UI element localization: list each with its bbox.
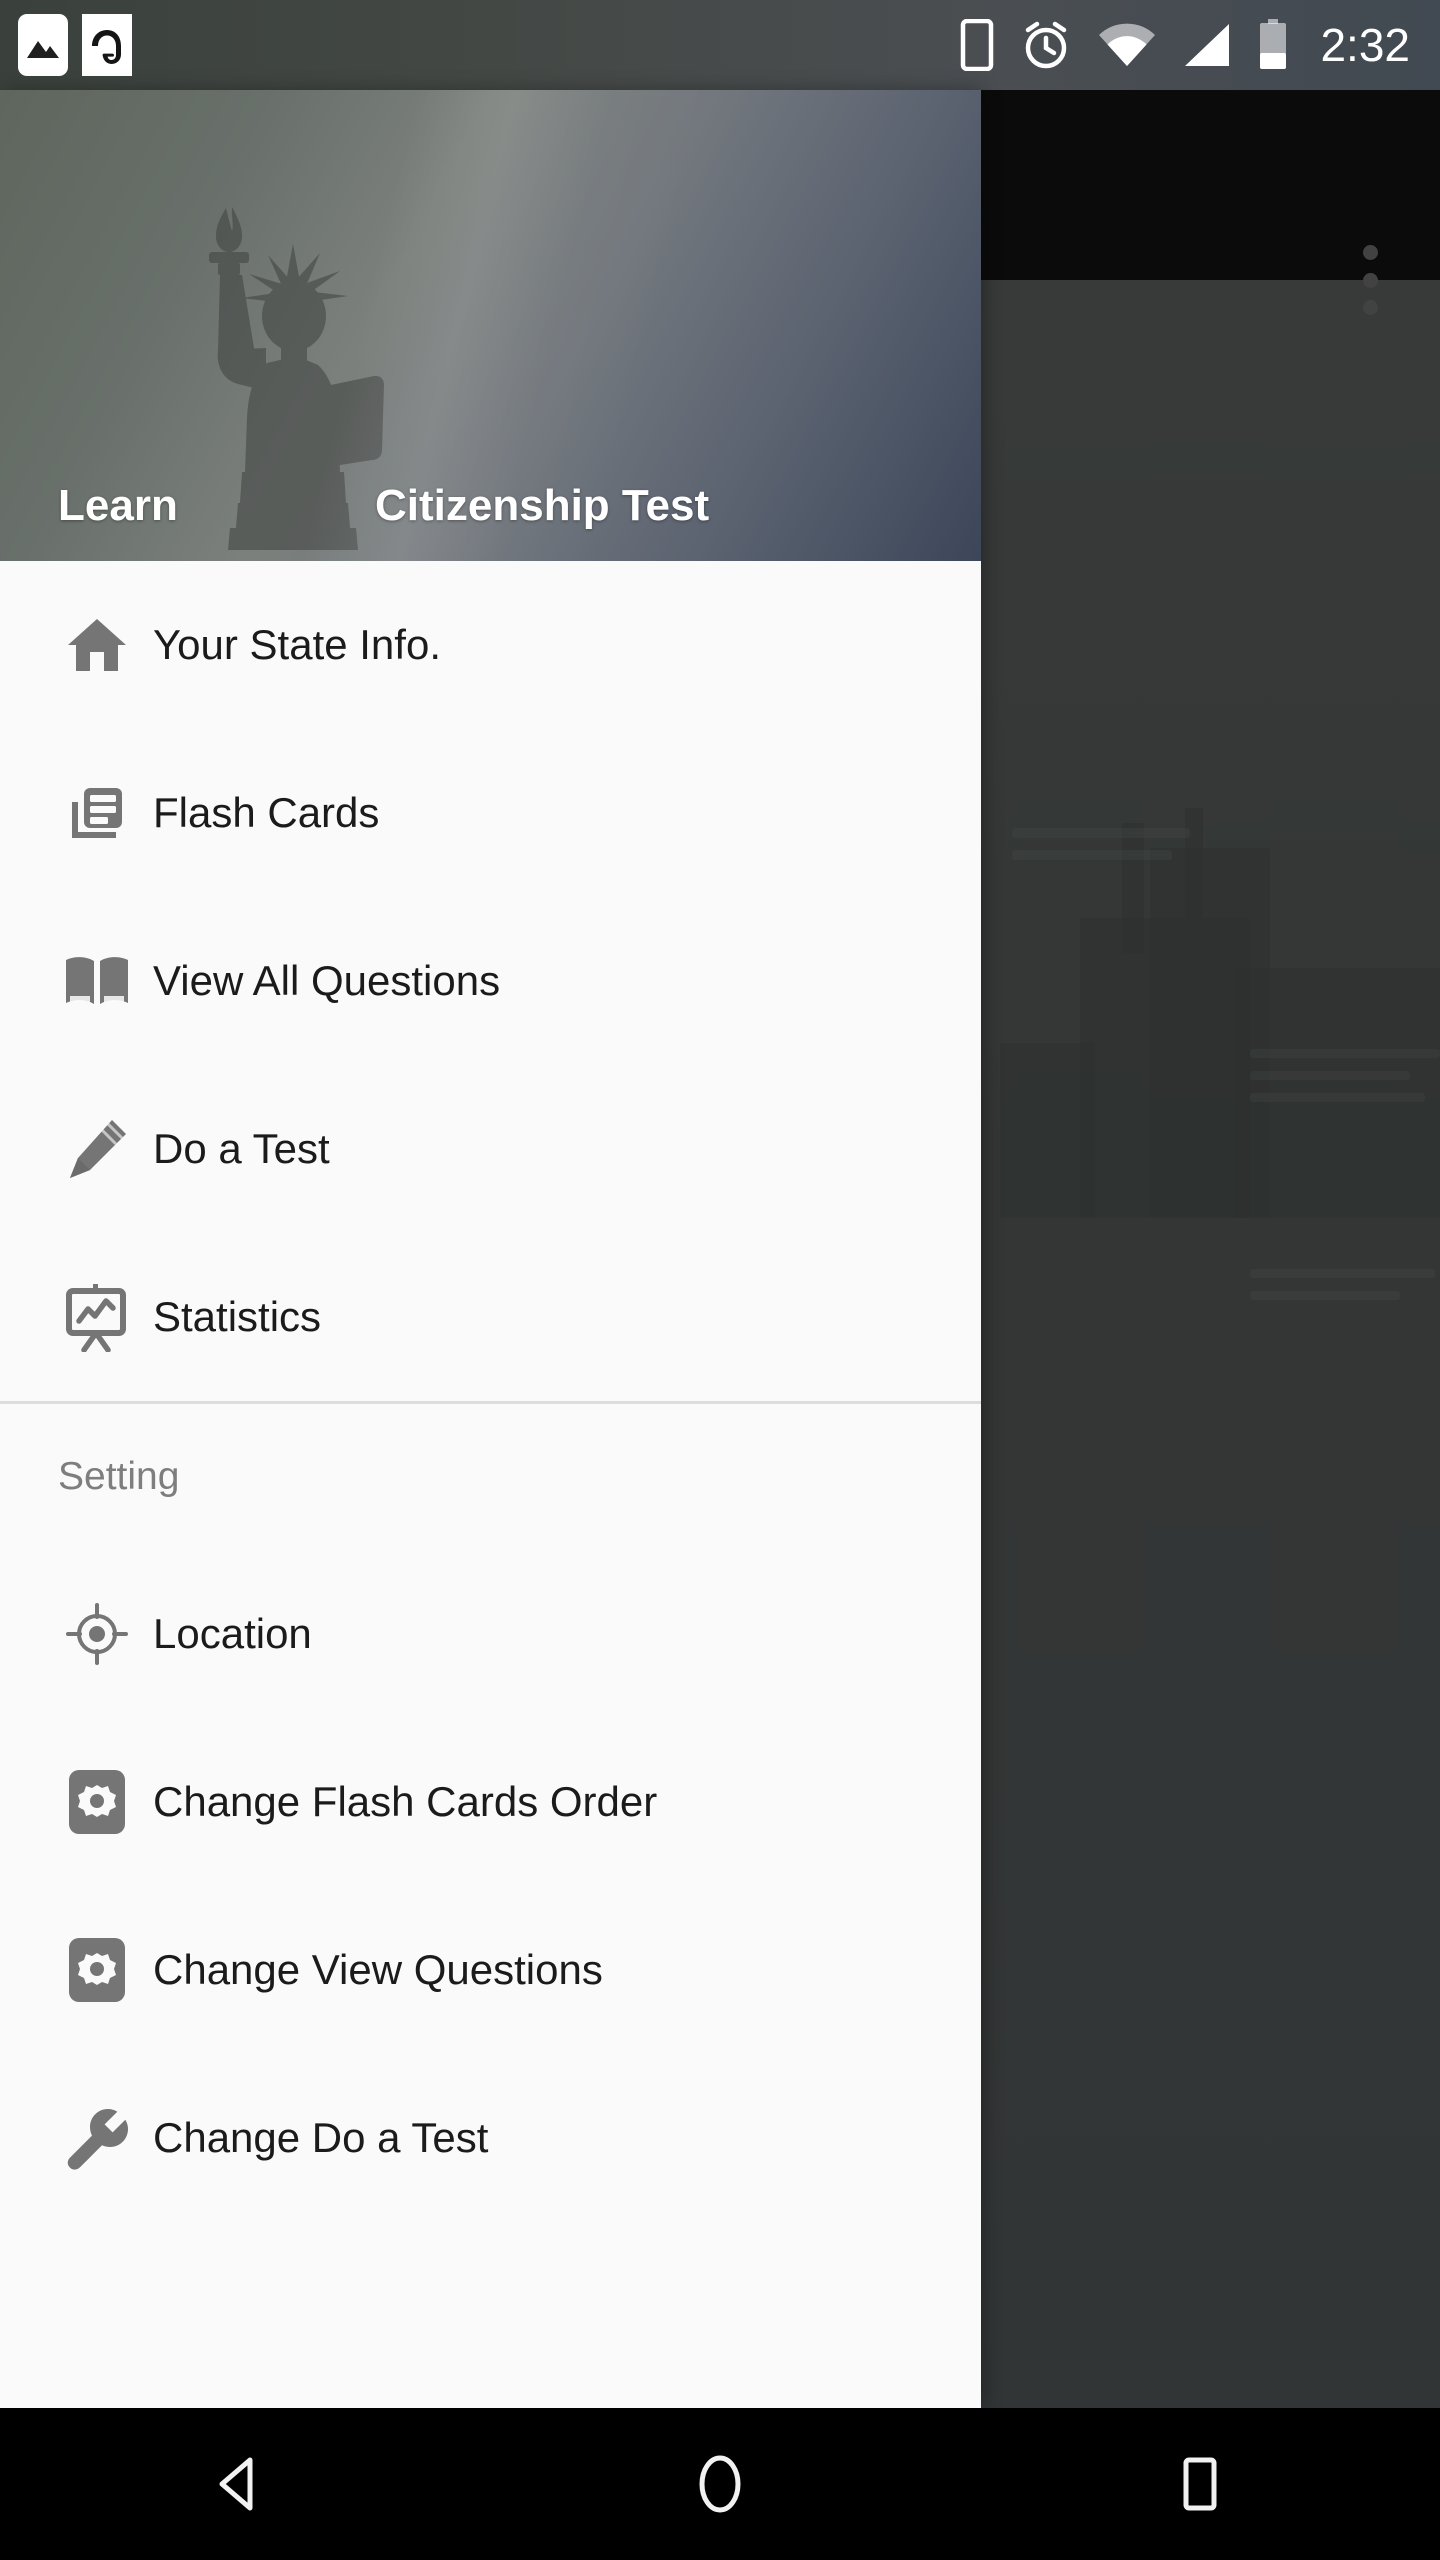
pencil-edit-icon (47, 1116, 147, 1182)
drawer-header-titles: Learn Citizenship Test (0, 471, 981, 531)
section-header-label: Setting (58, 1455, 180, 1498)
navigation-drawer: Learn Citizenship Test Your State Info. (0, 90, 981, 2408)
header-title-subject: Citizenship Test (375, 481, 710, 530)
drawer-item-label: Location (153, 1610, 312, 1657)
header-title-learn: Learn (58, 481, 178, 530)
gps-crosshair-icon (47, 1601, 147, 1667)
open-book-icon (47, 952, 147, 1010)
recents-square-icon[interactable] (1140, 2424, 1260, 2544)
settings-gear-icon (47, 1768, 147, 1836)
drawer-item-label: Do a Test (153, 1125, 330, 1172)
vibrate-phone-icon (960, 19, 994, 71)
drawer-item-label: Change Flash Cards Order (153, 1778, 658, 1825)
home-circle-icon[interactable] (660, 2424, 780, 2544)
drawer-item-do-a-test[interactable]: Do a Test (0, 1065, 981, 1233)
drawer-item-label: View All Questions (153, 957, 501, 1004)
drawer-item-change-flash-cards-order[interactable]: Change Flash Cards Order (0, 1718, 981, 1886)
drawer-item-location[interactable]: Location (0, 1550, 981, 1718)
home-icon (47, 612, 147, 678)
drawer-item-statistics[interactable]: Statistics (0, 1233, 981, 1401)
drawer-item-change-do-a-test[interactable]: Change Do a Test (0, 2054, 981, 2222)
status-bar-system-icons: 2:32 (960, 18, 1440, 72)
cellular-signal-icon (1182, 22, 1232, 68)
wifi-icon (1098, 22, 1156, 68)
status-bar-notifications (0, 14, 132, 76)
drawer-section-header-setting: Setting (0, 1404, 981, 1550)
settings-gear-icon (47, 1936, 147, 2004)
drawer-item-label: Flash Cards (153, 789, 380, 836)
drawer-menu-list: Your State Info. Flash Cards View All Qu… (0, 561, 981, 2222)
alarm-clock-icon (1020, 19, 1072, 71)
status-bar-clock: 2:32 (1320, 19, 1410, 71)
drawer-item-label: Change Do a Test (153, 2114, 489, 2161)
drawer-item-flash-cards[interactable]: Flash Cards (0, 729, 981, 897)
phone-screen: 2:32 Learn Citizenship Test Your State I… (0, 0, 1440, 2560)
drawer-item-your-state-info[interactable]: Your State Info. (0, 561, 981, 729)
drawer-item-label: Statistics (153, 1293, 322, 1340)
screenshot-image-icon (18, 14, 68, 76)
battery-icon (1258, 19, 1288, 71)
drawer-item-view-all-questions[interactable]: View All Questions (0, 897, 981, 1065)
drawer-header[interactable]: Learn Citizenship Test (0, 90, 981, 561)
status-bar: 2:32 (0, 0, 1440, 90)
back-triangle-icon[interactable] (180, 2424, 300, 2544)
system-navigation-bar (0, 2408, 1440, 2560)
avira-app-icon (82, 14, 132, 76)
drawer-item-label: Your State Info. (153, 621, 441, 668)
chrome-reader-mode-icon (47, 780, 147, 846)
presentation-chart-icon (47, 1282, 147, 1352)
wrench-icon (47, 2105, 147, 2171)
drawer-item-change-view-questions[interactable]: Change View Questions (0, 1886, 981, 2054)
drawer-item-label: Change View Questions (153, 1946, 603, 1993)
